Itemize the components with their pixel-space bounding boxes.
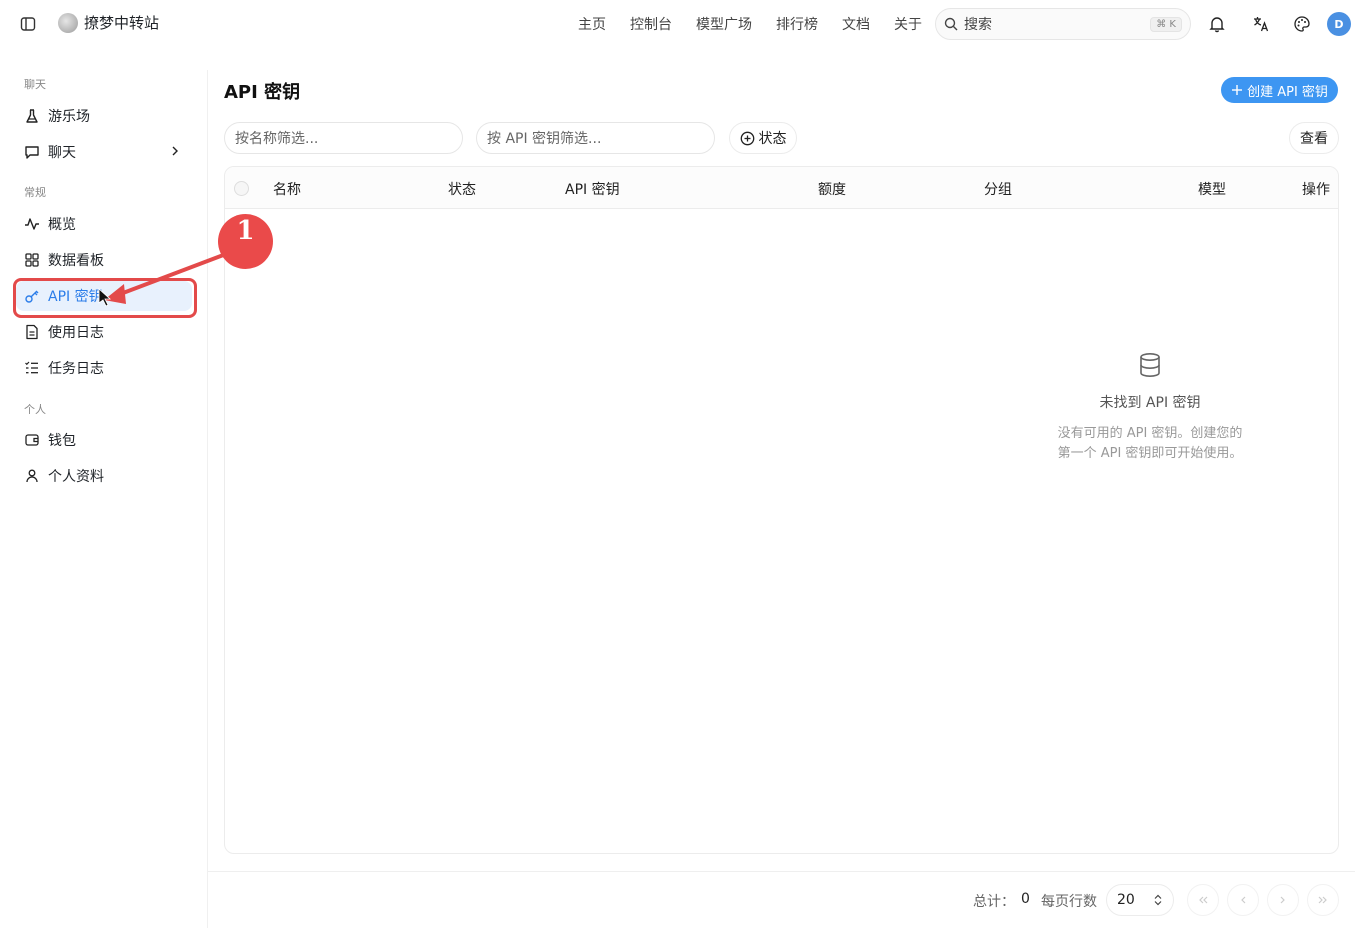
annotation-step-badge: 1 (218, 214, 273, 269)
mouse-cursor-icon (98, 288, 112, 307)
annotation-arrow (98, 252, 227, 307)
